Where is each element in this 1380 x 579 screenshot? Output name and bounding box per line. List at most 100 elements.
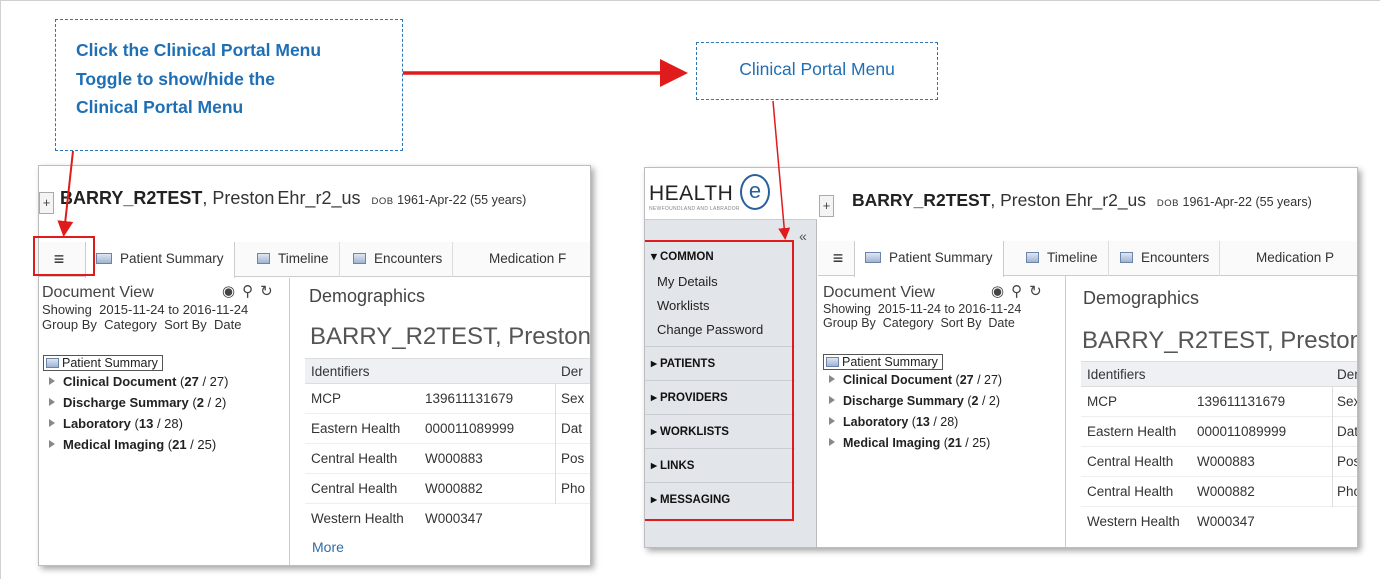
menu-callout-text: Clinical Portal Menu [739,59,895,79]
row-side: Sex [561,391,585,406]
expand-arrow-icon [829,438,835,446]
panel-divider[interactable] [1065,276,1066,547]
column-divider [555,384,556,504]
identifiers-header: Identifiers Der [1081,361,1357,387]
tab-patient-summary[interactable]: Patient Summary [85,242,235,278]
patient-dob: DOB 1961-Apr-22 (55 years) [1157,195,1312,209]
patient-title: BARRY_R2TEST, Preston Ehr_r2_us DOB 1961… [852,190,1312,211]
timeline-icon [257,253,270,264]
table-row: MCP 139611131679 Sex [1081,387,1357,417]
refresh-icon[interactable]: ↻ [1029,283,1049,300]
tree-item[interactable]: Discharge Summary (2 / 2) [823,391,1002,412]
sort-by-value[interactable]: Date [214,317,241,332]
tree-item[interactable]: Discharge Summary (2 / 2) [43,392,228,413]
tree-item[interactable]: Clinical Document (27 / 27) [43,371,228,392]
row-value: W000883 [425,451,483,466]
tree-item[interactable]: Medical Imaging (21 / 25) [823,433,1002,454]
more-link[interactable]: More [312,539,344,555]
date-range[interactable]: 2015-11-24 to 2016-11-24 [878,302,1021,316]
table-row: Eastern Health 000011089999 Dat [305,414,590,444]
tree-item[interactable]: Laboratory (13 / 28) [43,413,228,434]
tab-encounters[interactable]: Encounters [343,242,454,277]
tree-root[interactable]: Patient Summary [823,354,943,370]
tree-item-label: Discharge Summary [843,394,964,408]
dob-value: 1961-Apr-22 (55 years) [1182,195,1312,209]
tree-item-label: Laboratory [843,415,909,429]
document-view-tools: ◉⚲↻ [222,282,280,300]
row-label: Western Health [311,511,404,526]
eye-icon[interactable]: ◉ [991,283,1011,300]
tab-label: Medication F [489,251,567,266]
expand-arrow-icon [49,419,55,427]
tab-medication[interactable]: Medication P [1246,241,1344,276]
refresh-icon[interactable]: ↻ [260,283,280,300]
row-label: Eastern Health [311,421,401,436]
menu-toggle-button[interactable]: ≡ [818,241,858,276]
tree-item[interactable]: Laboratory (13 / 28) [823,412,1002,433]
tree-item-label: Discharge Summary [63,395,189,410]
row-value: W000347 [1197,514,1255,529]
tree-item[interactable]: Clinical Document (27 / 27) [823,370,1002,391]
group-sort-line: Group By Category Sort By Date [823,316,1059,330]
group-by-value[interactable]: Category [883,316,934,330]
panel-divider[interactable] [289,278,290,565]
logo-text: HEALTH [649,182,734,205]
table-row: MCP 139611131679 Sex [305,384,590,414]
toggle-callout-line-2: Toggle to show/hide the [76,68,275,89]
tab-patient-summary[interactable]: Patient Summary [854,241,1004,277]
tree-root[interactable]: Patient Summary [43,355,163,371]
tab-label: Timeline [278,251,329,266]
identifiers-header: Identifiers Der [305,358,590,384]
tab-medication[interactable]: Medication F [479,242,576,277]
patient-last-name: BARRY_R2TEST [852,190,991,210]
expand-arrow-icon [49,398,55,406]
tab-timeline[interactable]: Timeline [1016,241,1109,276]
tree-item-label: Clinical Document [843,373,953,387]
document-view-tools: ◉⚲↻ [991,282,1049,300]
row-side: Pho [1337,484,1357,499]
document-view-panel: Document View ◉⚲↻ Showing 2015-11-24 to … [823,282,1059,330]
timeline-icon [1026,252,1039,263]
demographics-heading: Demographics [309,286,426,306]
tree-root-label: Patient Summary [62,356,158,370]
collapse-menu-icon[interactable]: « [799,228,807,244]
tree-item-label: Medical Imaging [63,437,165,452]
tree-item-count: 13 [915,415,930,429]
row-value: W000883 [1197,454,1255,469]
tree-item[interactable]: Medical Imaging (21 / 25) [43,434,228,455]
tree-item-total: / 2) [203,395,227,410]
row-label: Central Health [1087,484,1174,499]
row-side: Dat [1337,424,1358,439]
tree-item-label: Medical Imaging [843,436,941,450]
expand-button[interactable]: + [39,192,54,214]
tree-item-total: / 28) [929,415,959,429]
tab-label: Patient Summary [120,251,224,266]
tab-timeline[interactable]: Timeline [247,242,340,277]
row-label: MCP [1087,394,1117,409]
patient-first-names: , Preston [202,188,275,208]
expand-arrow-icon [829,396,835,404]
expand-button[interactable]: + [819,195,834,217]
screenshot-menu-hidden: + BARRY_R2TEST, Preston Ehr_r2_us DOB 19… [38,165,591,566]
tree-item-label: Clinical Document [63,374,177,389]
row-value: W000882 [425,481,483,496]
row-side: Pos [1337,454,1358,469]
date-range[interactable]: 2015-11-24 to 2016-11-24 [99,302,248,317]
row-value: 139611131679 [1197,394,1286,409]
search-icon[interactable]: ⚲ [242,283,260,300]
row-value: 139611131679 [425,391,514,406]
group-by-label: Group By [823,316,876,330]
eye-icon[interactable]: ◉ [222,283,242,300]
row-label: Central Health [1087,454,1174,469]
menu-highlight-box [645,240,794,521]
tab-encounters[interactable]: Encounters [1110,241,1221,276]
patient-first-names-ext: Ehr_r2_us [277,188,361,208]
expand-arrow-icon [829,375,835,383]
sort-by-value[interactable]: Date [988,316,1014,330]
search-icon[interactable]: ⚲ [1011,283,1029,300]
tab-label: Encounters [1141,250,1210,265]
tree-item-total: / 28) [153,416,183,431]
group-by-value[interactable]: Category [104,317,157,332]
row-side: Pho [561,481,586,496]
tree-item-total: / 27) [198,374,229,389]
